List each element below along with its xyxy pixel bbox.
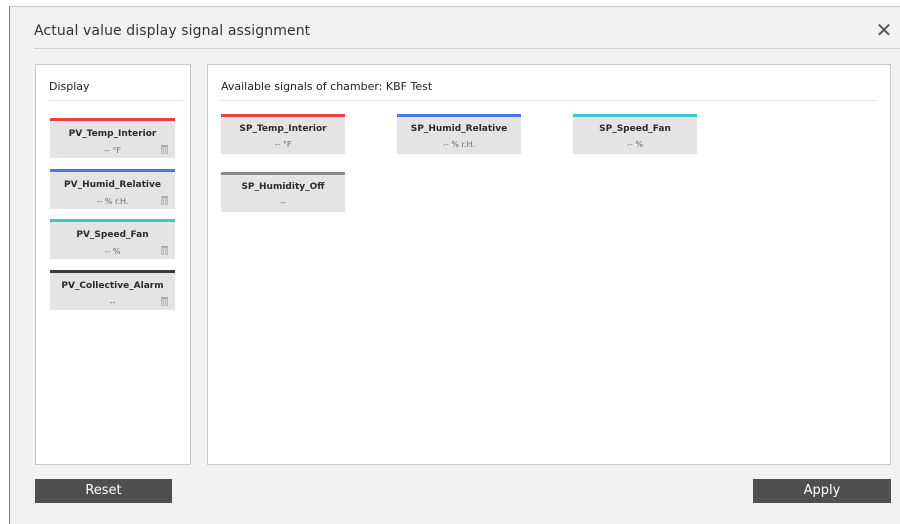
tile-value: -- <box>109 298 116 307</box>
display-tile-pv-temp-interior[interactable]: PV_Temp_Interior -- °F <box>50 118 175 158</box>
tile-value: -- % <box>627 140 643 149</box>
signal-tile-sp-humidity-off[interactable]: SP_Humidity_Off -- <box>221 172 345 212</box>
apply-button[interactable]: Apply <box>753 479 891 503</box>
tile-value: -- °F <box>274 140 292 149</box>
tile-name: PV_Temp_Interior <box>68 129 157 139</box>
tile-value: -- °F <box>104 146 121 155</box>
available-signals-divider <box>221 100 877 101</box>
tile-value: -- % r.H. <box>96 197 129 206</box>
tile-name: SP_Speed_Fan <box>599 124 671 134</box>
title-divider <box>34 48 900 49</box>
dialog-title: Actual value display signal assignment <box>34 23 311 39</box>
trash-icon[interactable] <box>161 246 168 255</box>
tile-name: SP_Temp_Interior <box>239 124 327 134</box>
trash-icon[interactable] <box>161 145 168 154</box>
tile-name: PV_Humid_Relative <box>64 180 161 190</box>
display-panel-divider <box>49 100 183 101</box>
signal-tile-sp-speed-fan[interactable]: SP_Speed_Fan -- % <box>573 114 697 154</box>
tile-name: SP_Humidity_Off <box>241 182 325 192</box>
tile-name: PV_Speed_Fan <box>76 230 149 240</box>
display-panel: Display PV_Temp_Interior -- °F PV_Humid_… <box>35 64 191 465</box>
display-panel-heading: Display <box>49 80 90 93</box>
tile-value: -- <box>280 198 286 207</box>
signal-assignment-dialog: Actual value display signal assignment ✕… <box>9 6 900 524</box>
available-signals-heading: Available signals of chamber: KBF Test <box>221 80 433 93</box>
trash-icon[interactable] <box>161 297 168 306</box>
available-signals-panel: Available signals of chamber: KBF Test S… <box>207 64 891 465</box>
tile-name: SP_Humid_Relative <box>410 124 508 134</box>
reset-button[interactable]: Reset <box>35 479 172 503</box>
display-tile-pv-humid-relative[interactable]: PV_Humid_Relative -- % r.H. <box>50 169 175 209</box>
close-icon[interactable]: ✕ <box>875 20 893 40</box>
signal-tile-sp-temp-interior[interactable]: SP_Temp_Interior -- °F <box>221 114 345 154</box>
tile-value: -- % r.H. <box>443 140 475 149</box>
display-tile-pv-speed-fan[interactable]: PV_Speed_Fan -- % <box>50 219 175 259</box>
display-tile-pv-collective-alarm[interactable]: PV_Collective_Alarm -- <box>50 270 175 310</box>
signal-tile-sp-humid-relative[interactable]: SP_Humid_Relative -- % r.H. <box>397 114 521 154</box>
trash-icon[interactable] <box>161 196 168 205</box>
tile-name: PV_Collective_Alarm <box>61 281 164 291</box>
tile-value: -- % <box>104 247 121 256</box>
